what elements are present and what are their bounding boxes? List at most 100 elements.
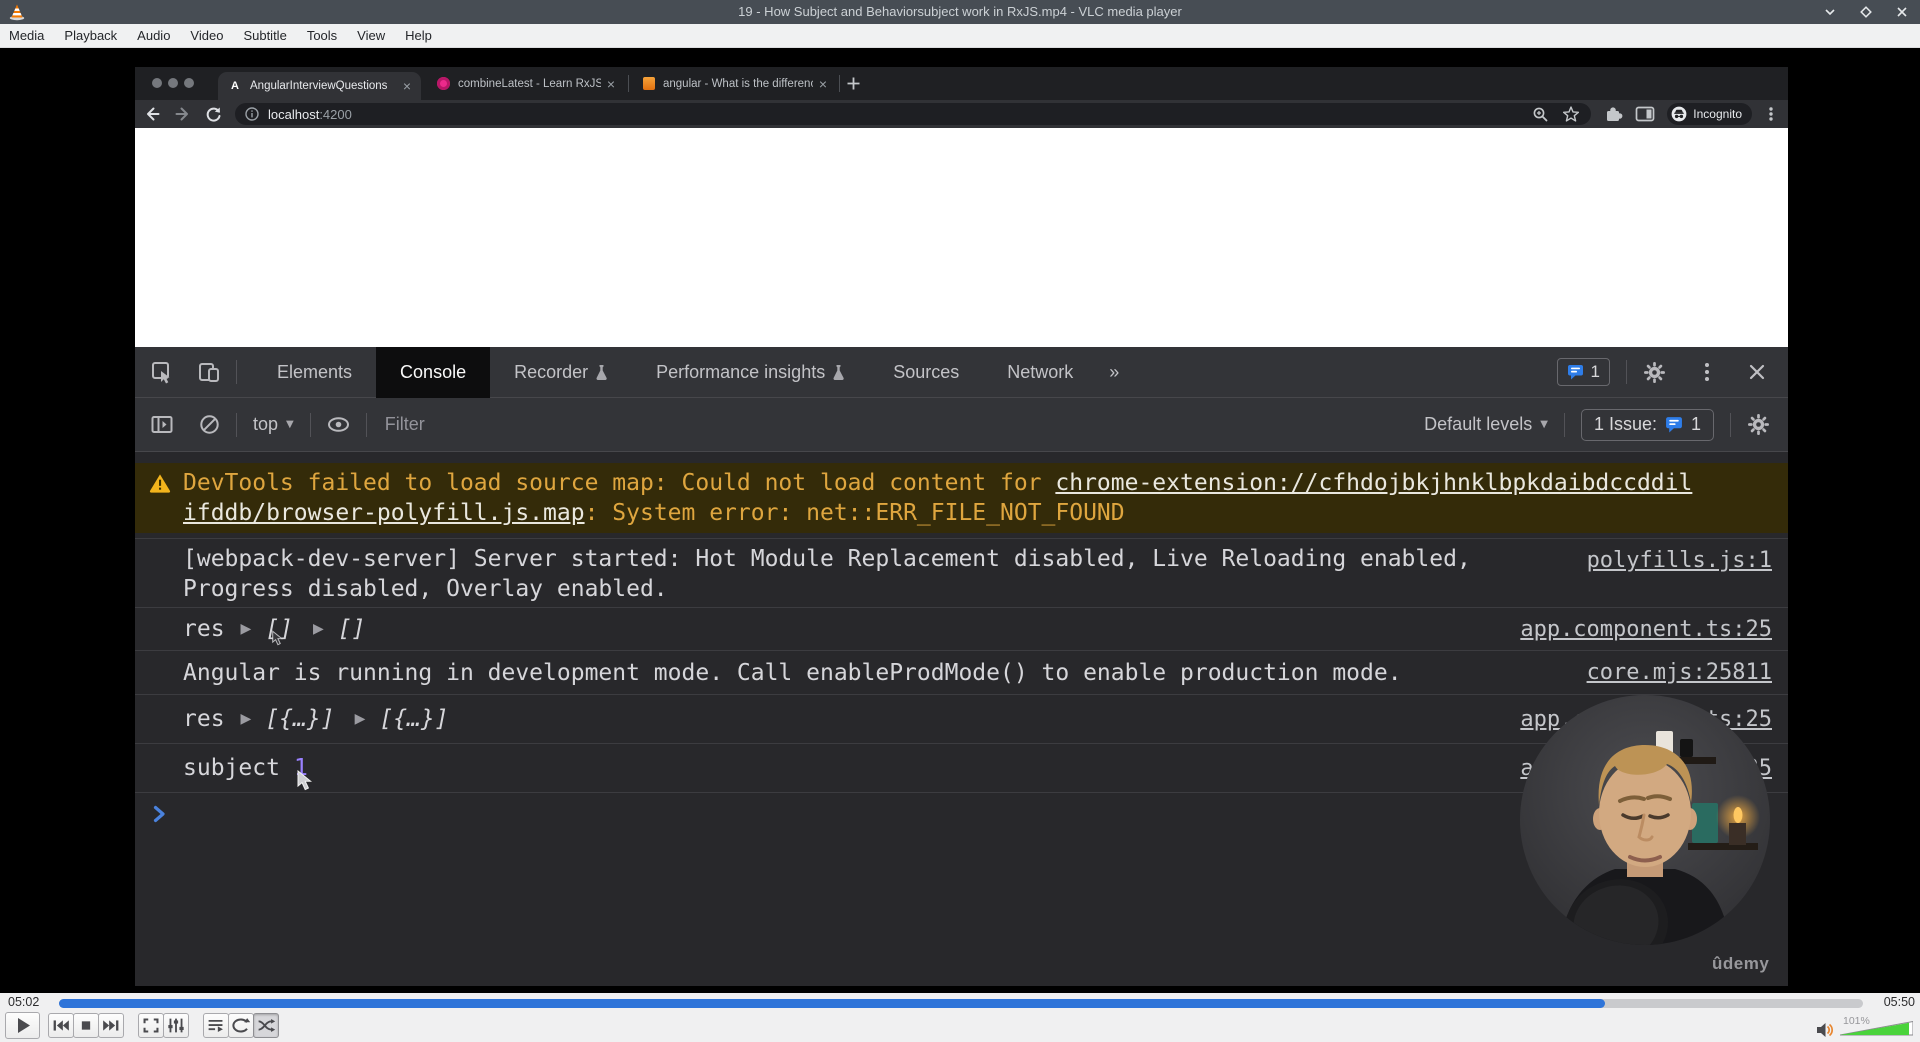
expand-arrow-icon[interactable]: ▶: [241, 711, 252, 727]
issues-counter[interactable]: 1: [1556, 358, 1610, 386]
device-toolbar-icon[interactable]: [198, 361, 220, 383]
incognito-badge[interactable]: Incognito: [1667, 103, 1752, 125]
context-selector[interactable]: top ▼: [253, 414, 294, 435]
new-tab-icon[interactable]: [845, 75, 862, 92]
page-content[interactable]: [135, 128, 1788, 347]
log-levels-selector[interactable]: Default levels ▼: [1424, 414, 1548, 435]
tab-title: AngularInterviewQuestions: [250, 80, 388, 92]
tab-recorder[interactable]: Recorder: [490, 347, 632, 398]
menu-view[interactable]: View: [347, 28, 395, 43]
more-tabs-icon[interactable]: »: [1097, 362, 1131, 383]
learnrxjs-favicon-icon: [437, 77, 450, 90]
source-map-link[interactable]: ifddb/browser-polyfill.js.map: [183, 500, 585, 526]
menu-subtitle[interactable]: Subtitle: [233, 28, 296, 43]
window-dot-icon: [168, 78, 178, 88]
maximize-icon[interactable]: [1860, 6, 1872, 18]
array-preview[interactable]: [{…}]: [265, 706, 334, 732]
zoom-icon[interactable]: [1533, 107, 1548, 122]
warning-text: : System error: net::ERR_FILE_NOT_FOUND: [584, 500, 1125, 526]
address-bar[interactable]: localhost:4200: [235, 103, 1592, 125]
seek-progress: [59, 999, 1606, 1008]
divider: [236, 360, 237, 384]
extensions-icon[interactable]: [1603, 104, 1623, 124]
seek-bar[interactable]: [59, 999, 1863, 1008]
incognito-label: Incognito: [1693, 107, 1742, 121]
tab-title: angular - What is the differenc: [663, 77, 813, 90]
total-time: 05:50: [1883, 995, 1915, 1009]
source-link[interactable]: polyfills.js:1: [1587, 546, 1772, 576]
tab-title: combineLatest - Learn RxJS: [458, 77, 601, 90]
next-icon: [103, 1020, 119, 1031]
array-preview[interactable]: [{…}]: [379, 706, 448, 732]
tab-close-icon[interactable]: ×: [819, 77, 827, 91]
menu-media[interactable]: Media: [0, 28, 54, 43]
message-text: [webpack-dev-server] Server started: Hot…: [183, 546, 1471, 572]
menu-video[interactable]: Video: [180, 28, 233, 43]
close-icon[interactable]: [1896, 6, 1908, 18]
devtools-settings-gear-icon[interactable]: [1643, 361, 1666, 384]
tab-performance-insights[interactable]: Performance insights: [632, 347, 869, 398]
stop-button[interactable]: [73, 1013, 99, 1038]
log-label: res: [183, 616, 225, 642]
tab-network[interactable]: Network: [983, 347, 1097, 398]
previous-button[interactable]: [48, 1013, 74, 1038]
warning-triangle-icon: [149, 474, 171, 493]
video-canvas[interactable]: A AngularInterviewQuestions × combineLat…: [0, 48, 1920, 993]
speaker-icon[interactable]: [1816, 1022, 1834, 1038]
array-preview[interactable]: []: [338, 616, 366, 642]
udemy-watermark: ûdemy: [1712, 954, 1770, 973]
tab-angular-difference[interactable]: angular - What is the differenc ×: [633, 67, 837, 100]
console-settings-gear-icon[interactable]: [1747, 413, 1770, 436]
minimize-icon[interactable]: [1824, 6, 1836, 18]
source-map-link[interactable]: chrome-extension://cfhdojbkjhnklbpkdaibd…: [1055, 470, 1692, 496]
url-host: localhost: [268, 106, 320, 122]
vlc-window: 19 - How Subject and Behaviorsubject wor…: [0, 0, 1920, 1042]
url-port: :4200: [319, 106, 352, 122]
tab-combinelatest[interactable]: combineLatest - Learn RxJS ×: [427, 67, 625, 100]
chevron-down-icon: ▼: [1540, 419, 1548, 430]
menu-playback[interactable]: Playback: [54, 28, 127, 43]
volume-slider[interactable]: [1840, 1021, 1913, 1036]
fullscreen-button[interactable]: [138, 1013, 164, 1038]
source-link[interactable]: app.component.ts:25: [1520, 617, 1772, 642]
devtools-close-icon[interactable]: [1748, 363, 1766, 381]
clear-console-icon[interactable]: [199, 414, 220, 435]
expand-arrow-icon[interactable]: ▶: [355, 711, 366, 727]
presenter-video: [1520, 695, 1770, 945]
expand-arrow-icon[interactable]: ▶: [313, 621, 324, 637]
live-expression-eye-icon[interactable]: [327, 415, 350, 434]
console-message-angular-devmode: Angular is running in development mode. …: [135, 651, 1788, 695]
vlc-titlebar: 19 - How Subject and Behaviorsubject wor…: [0, 0, 1920, 24]
tab-close-icon[interactable]: ×: [607, 77, 615, 91]
source-link[interactable]: core.mjs:25811: [1587, 660, 1772, 685]
menu-audio[interactable]: Audio: [127, 28, 180, 43]
devtools-menu-icon[interactable]: [1704, 362, 1710, 382]
issues-button[interactable]: 1 Issue: 1: [1580, 408, 1714, 441]
browser-menu-icon[interactable]: [1764, 105, 1778, 123]
console-filter-input[interactable]: [382, 413, 903, 436]
console-sidebar-icon[interactable]: [151, 415, 173, 434]
extended-settings-button[interactable]: [163, 1013, 189, 1038]
tab-elements[interactable]: Elements: [253, 347, 376, 398]
back-icon[interactable]: [143, 105, 161, 123]
equalizer-sliders-icon: [168, 1018, 184, 1033]
menu-help[interactable]: Help: [395, 28, 442, 43]
bookmark-star-icon[interactable]: [1563, 106, 1580, 122]
reload-icon[interactable]: [205, 106, 222, 123]
expand-arrow-icon[interactable]: ▶: [241, 621, 252, 637]
shuffle-button[interactable]: [253, 1013, 279, 1038]
play-button[interactable]: [5, 1012, 40, 1039]
forward-icon[interactable]: [174, 105, 192, 123]
site-info-icon[interactable]: [245, 107, 259, 121]
tab-sources[interactable]: Sources: [869, 347, 983, 398]
loop-button[interactable]: [228, 1013, 254, 1038]
tab-close-icon[interactable]: ×: [403, 79, 411, 93]
side-panel-icon[interactable]: [1635, 105, 1655, 123]
playlist-button[interactable]: [203, 1013, 229, 1038]
inspect-element-icon[interactable]: [151, 361, 174, 384]
tab-console[interactable]: Console: [376, 346, 491, 398]
next-button[interactable]: [98, 1013, 124, 1038]
menu-tools[interactable]: Tools: [297, 28, 347, 43]
tab-angular-interview-questions[interactable]: A AngularInterviewQuestions ×: [218, 72, 421, 100]
tab-separator: [839, 75, 840, 92]
